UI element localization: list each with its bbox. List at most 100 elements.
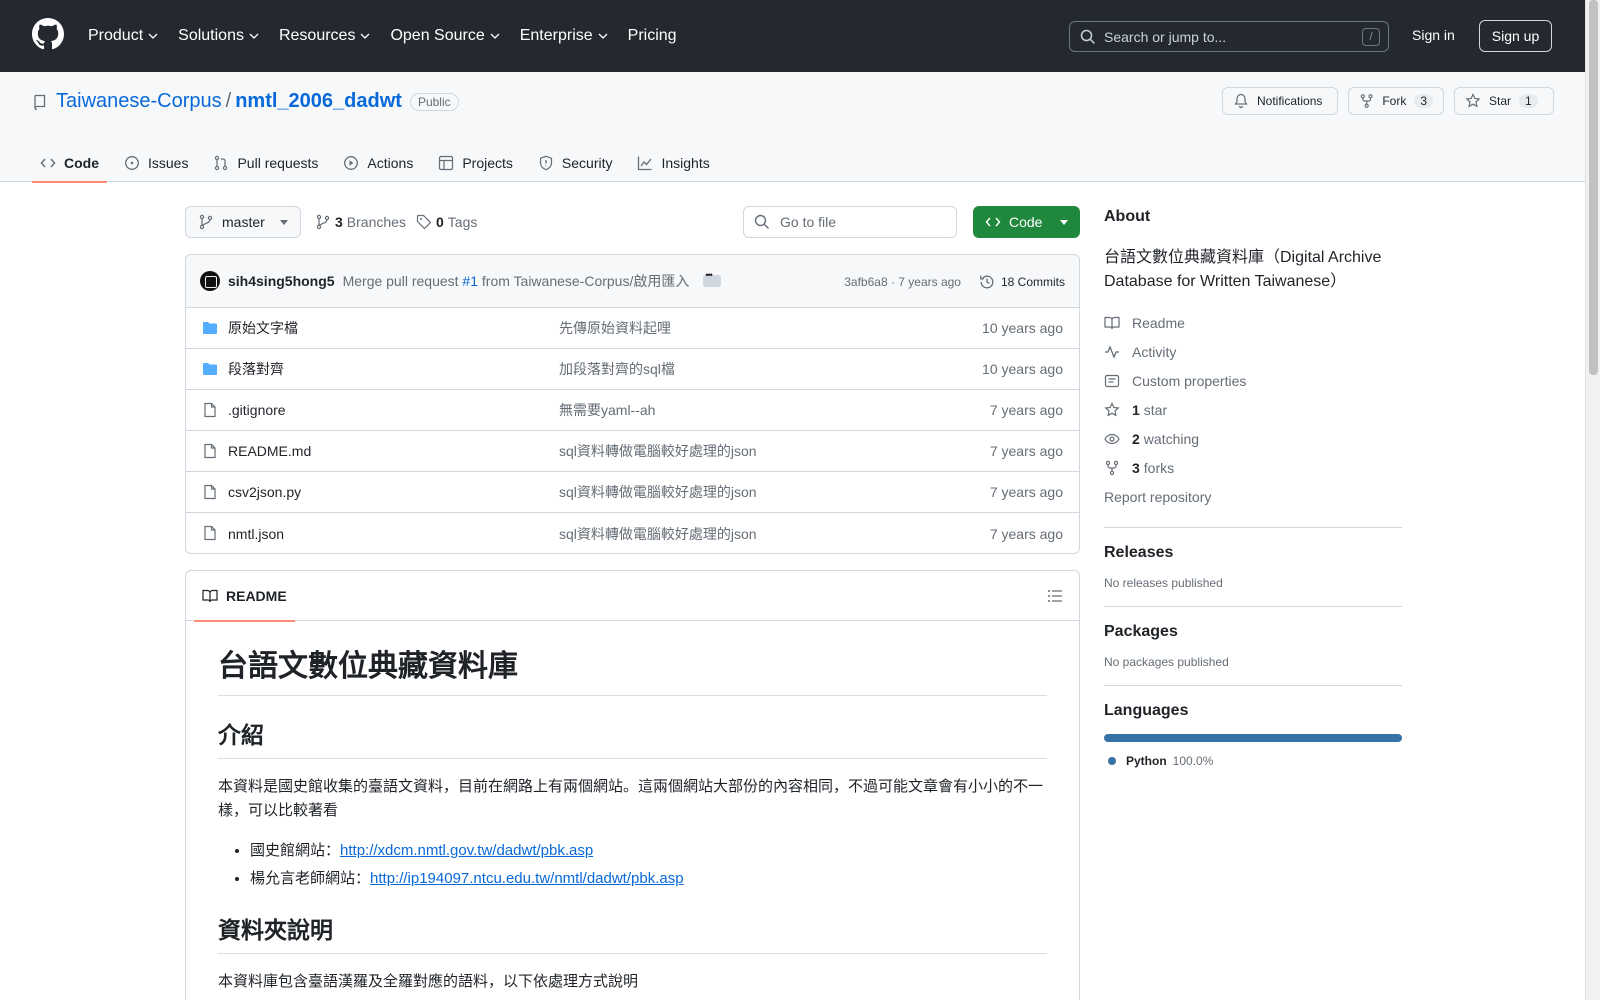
tab-insights-label: Insights xyxy=(661,155,710,171)
stars-count: 1 xyxy=(1132,401,1140,418)
tab-code[interactable]: Code xyxy=(32,144,107,183)
history-icon xyxy=(980,275,994,288)
nav-product-label: Product xyxy=(88,27,144,44)
nav-resources-label: Resources xyxy=(278,27,356,44)
pull-request-icon xyxy=(215,155,228,171)
notifications-label: Notifications xyxy=(1257,94,1323,108)
custom-properties-link[interactable]: Custom properties xyxy=(1104,366,1402,395)
page-scrollbar[interactable] xyxy=(1585,0,1600,1000)
commit-author[interactable]: sih4sing5hong5 xyxy=(228,273,335,289)
table-row[interactable]: README.md sql資料轉做電腦較好處理的json 7 years ago xyxy=(186,431,1079,472)
table-row[interactable]: csv2json.py sql資料轉做電腦較好處理的json 7 years ago xyxy=(186,472,1079,513)
table-row[interactable]: 段落對齊 加段落對齊的sql檔 10 years ago xyxy=(186,349,1079,390)
file-name-link[interactable]: 段落對齊 xyxy=(228,359,284,379)
scrollbar-thumb[interactable] xyxy=(1589,0,1598,375)
readme-tab-label: README xyxy=(226,588,287,604)
watching-link[interactable]: 2 watching xyxy=(1104,424,1402,453)
notifications-button[interactable]: Notifications xyxy=(1222,87,1338,115)
activity-link[interactable]: Activity xyxy=(1104,337,1402,366)
nav-open-source[interactable]: Open Source xyxy=(390,24,500,48)
play-icon xyxy=(344,156,359,170)
tag-icon xyxy=(416,214,432,230)
search-input[interactable]: Search or jump to... / xyxy=(1069,21,1389,52)
readme-title: 台語文數位典藏資料庫 xyxy=(218,641,1047,696)
repo-header: Taiwanese-Corpus / nmtl_2006_dadwt Publi… xyxy=(0,72,1585,183)
commit-pr-link[interactable]: #1 xyxy=(462,273,478,289)
branches-link[interactable]: 3 Branches xyxy=(315,214,406,230)
readme-link[interactable]: http://xdcm.nmtl.gov.tw/dadwt/pbk.asp xyxy=(340,842,593,859)
tags-label: Tags xyxy=(447,214,478,230)
fork-count: 3 xyxy=(1414,94,1433,108)
file-commit-message[interactable]: sql資料轉做電腦較好處理的json xyxy=(559,441,757,461)
report-repository-link[interactable]: Report repository xyxy=(1104,482,1402,511)
sign-in-link[interactable]: Sign in xyxy=(1412,27,1455,43)
nav-enterprise[interactable]: Enterprise xyxy=(520,24,609,48)
releases-title[interactable]: Releases xyxy=(1104,544,1402,562)
file-name-link[interactable]: README.md xyxy=(228,443,311,459)
readme-tab[interactable]: README xyxy=(194,571,295,622)
global-header: Product Solutions Resources Open Source … xyxy=(0,0,1600,72)
table-row[interactable]: nmtl.json sql資料轉做電腦較好處理的json 7 years ago xyxy=(186,513,1079,553)
file-updated-time: 7 years ago xyxy=(989,402,1063,418)
language-item[interactable]: Python 100.0% xyxy=(1104,754,1402,768)
file-commit-message[interactable]: 先傳原始資料起哩 xyxy=(559,318,671,338)
file-commit-message[interactable]: 無需要yaml--ah xyxy=(559,400,655,420)
commit-message-prefix: Merge pull request xyxy=(342,273,459,289)
latest-commit-bar: sih4sing5hong5 Merge pull request #1 fro… xyxy=(186,255,1079,308)
book-icon xyxy=(1104,316,1120,329)
list-unordered-icon[interactable] xyxy=(1047,588,1063,604)
fork-button[interactable]: Fork 3 xyxy=(1348,87,1444,115)
go-to-file-input[interactable]: Go to file xyxy=(743,206,957,238)
nav-product[interactable]: Product xyxy=(88,24,159,48)
repo-owner-link[interactable]: Taiwanese-Corpus xyxy=(56,90,222,113)
language-percent: 100.0% xyxy=(1172,754,1214,768)
commit-message[interactable]: Merge pull request #1 from Taiwanese-Cor… xyxy=(343,271,690,291)
nav-resources[interactable]: Resources xyxy=(279,24,371,48)
star-button[interactable]: Star 1 xyxy=(1454,87,1554,115)
branch-selector[interactable]: master xyxy=(185,206,301,238)
file-name-link[interactable]: csv2json.py xyxy=(228,484,301,500)
list-item: 楊允言老師網站：http://ip194097.ntcu.edu.tw/nmtl… xyxy=(250,865,1047,893)
repo-name-link[interactable]: nmtl_2006_dadwt xyxy=(235,90,402,113)
stars-link[interactable]: 1 star xyxy=(1104,395,1402,424)
file-name-link[interactable]: 原始文字檔 xyxy=(228,318,298,338)
forks-link[interactable]: 3 forks xyxy=(1104,453,1402,482)
nav-pricing[interactable]: Pricing xyxy=(628,24,677,48)
packages-title[interactable]: Packages xyxy=(1104,623,1402,641)
tab-pull-requests[interactable]: Pull requests xyxy=(205,144,326,182)
tags-link[interactable]: 0 Tags xyxy=(416,214,477,230)
table-row[interactable]: .gitignore 無需要yaml--ah 7 years ago xyxy=(186,390,1079,431)
commit-sha-time[interactable]: 3afb6a8 · 7 years ago xyxy=(844,275,961,289)
packages-empty: No packages published xyxy=(1104,655,1229,669)
branches-count: 3 xyxy=(335,214,343,230)
readme-link[interactable]: http://ip194097.ntcu.edu.tw/nmtl/dadwt/p… xyxy=(370,870,684,887)
file-icon xyxy=(204,484,216,500)
expand-commit-button[interactable] xyxy=(703,270,722,287)
file-commit-message[interactable]: 加段落對齊的sql檔 xyxy=(559,359,675,379)
git-branch-icon xyxy=(316,214,330,230)
watching-label: watching xyxy=(1143,430,1200,447)
file-browser: sih4sing5hong5 Merge pull request #1 fro… xyxy=(185,254,1080,554)
tab-issues[interactable]: Issues xyxy=(116,144,196,182)
tab-actions[interactable]: Actions xyxy=(335,144,421,182)
nav-solutions[interactable]: Solutions xyxy=(178,24,260,48)
code-dropdown-button[interactable]: Code xyxy=(973,206,1080,238)
file-commit-message[interactable]: sql資料轉做電腦較好處理的json xyxy=(559,524,757,544)
tags-count: 0 xyxy=(436,214,444,230)
tab-insights[interactable]: Insights xyxy=(629,144,717,182)
tab-projects[interactable]: Projects xyxy=(430,144,521,182)
search-shortcut-badge: / xyxy=(1362,28,1380,46)
nav-enterprise-label: Enterprise xyxy=(519,27,593,44)
readme-link[interactable]: Readme xyxy=(1104,308,1402,337)
go-to-file-placeholder: Go to file xyxy=(780,214,837,230)
sign-up-button[interactable]: Sign up xyxy=(1479,20,1552,52)
file-commit-message[interactable]: sql資料轉做電腦較好處理的json xyxy=(559,482,757,502)
commits-history-link[interactable]: 18 Commits xyxy=(979,274,1065,290)
tab-security[interactable]: Security xyxy=(530,144,621,182)
file-name-link[interactable]: .gitignore xyxy=(228,402,286,418)
readme-content: 台語文數位典藏資料庫 介紹 本資料是國史館收集的臺語文資料，目前在網路上有兩個網… xyxy=(186,621,1079,994)
avatar[interactable] xyxy=(200,271,220,291)
table-row[interactable]: 原始文字檔 先傳原始資料起哩 10 years ago xyxy=(186,308,1079,349)
file-name-link[interactable]: nmtl.json xyxy=(228,526,284,542)
github-logo-icon[interactable] xyxy=(32,18,64,50)
